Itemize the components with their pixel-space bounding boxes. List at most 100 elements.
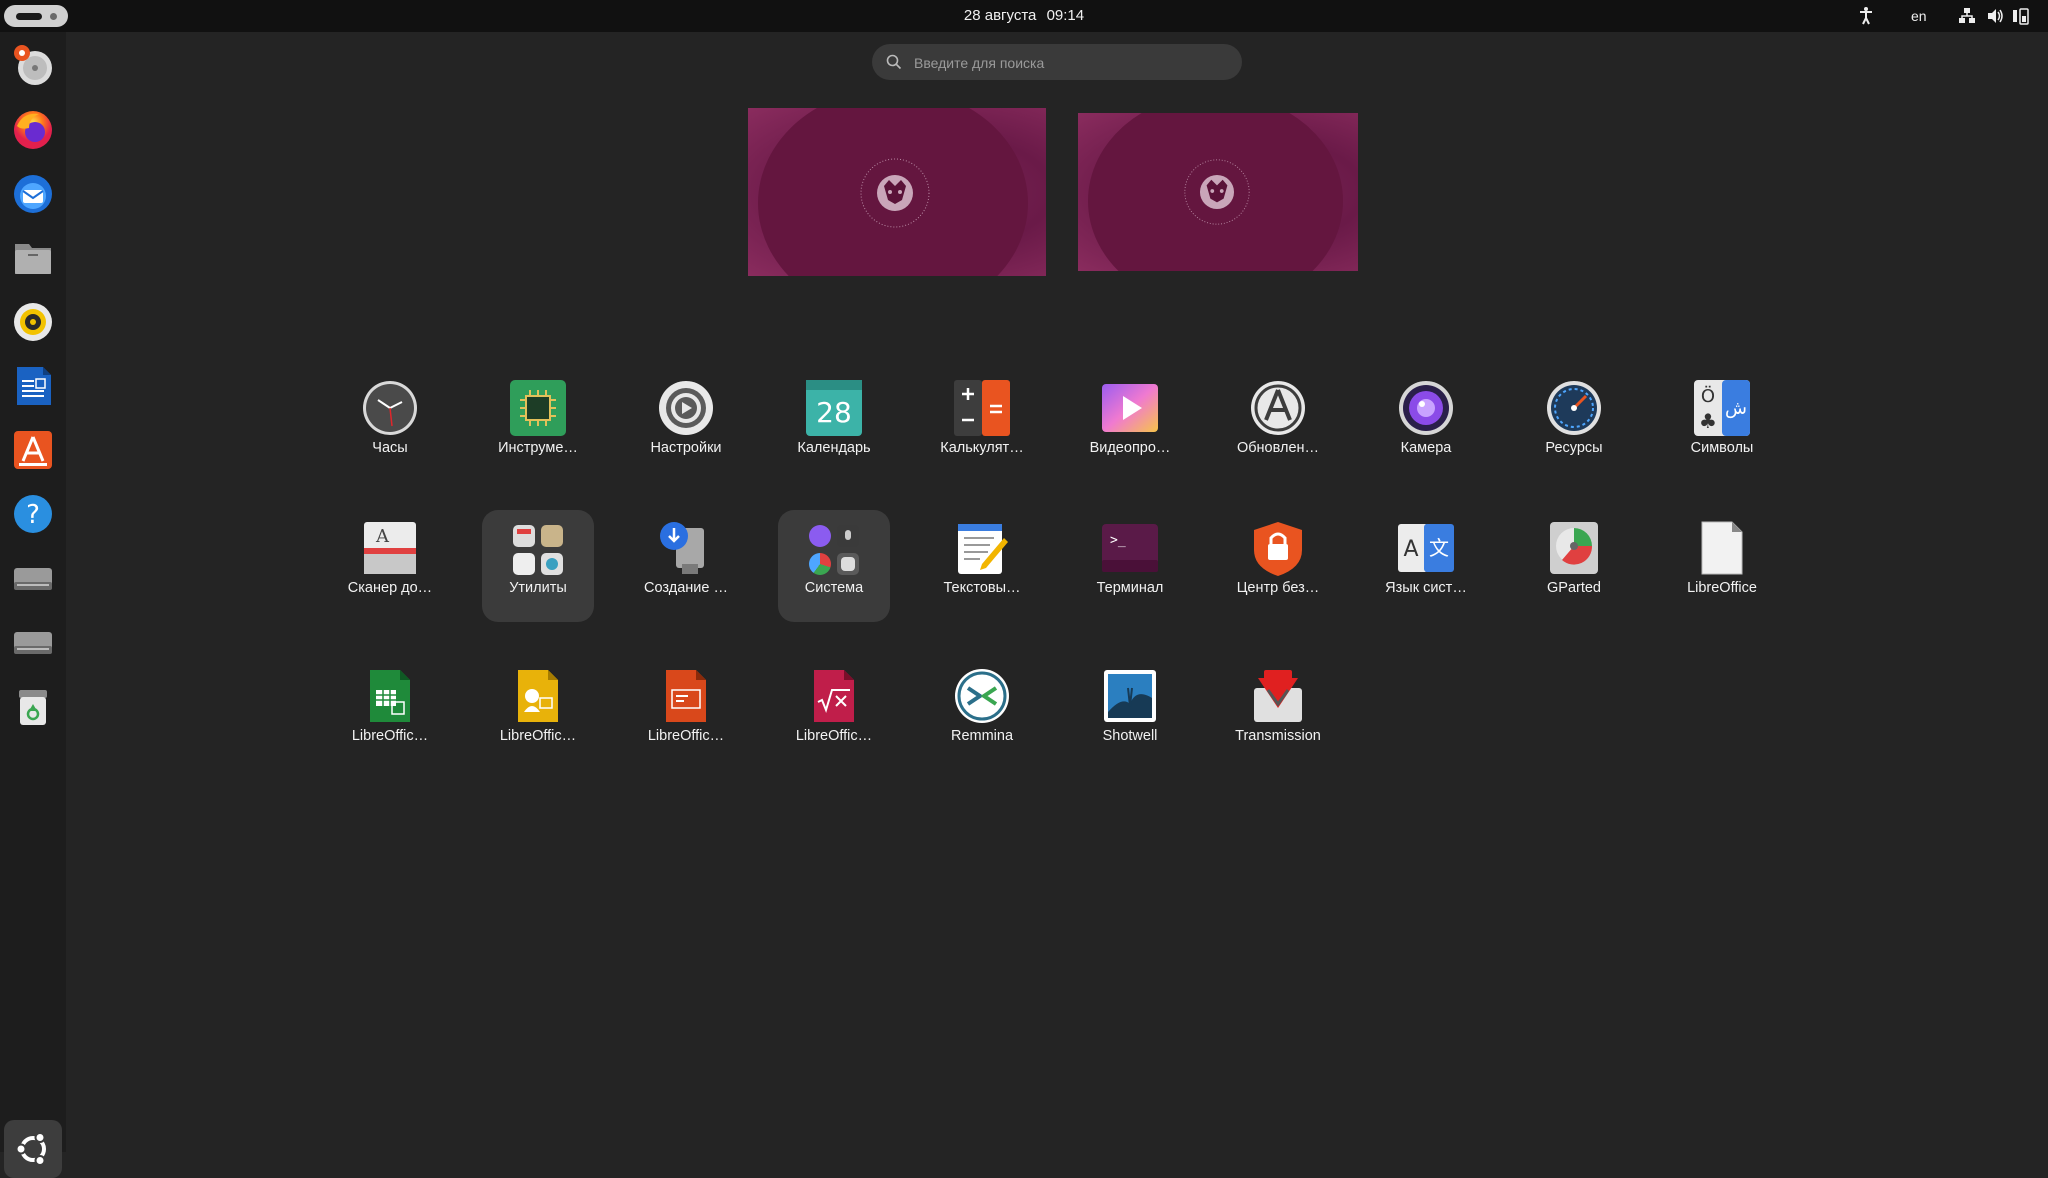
video-player-icon [1102, 384, 1158, 432]
dock-trash[interactable] [9, 682, 57, 730]
app-gparted[interactable]: GParted [1518, 510, 1630, 622]
app-software-updater[interactable]: Обновлен… [1222, 370, 1334, 482]
system-folder-icon [806, 522, 862, 578]
app-label: Видеопро… [1089, 440, 1171, 456]
network-icon[interactable] [1958, 0, 1976, 32]
app-libreoffice-impress[interactable]: LibreOffic… [630, 658, 742, 770]
app-label: Часы [372, 440, 408, 456]
app-label: Transmission [1235, 728, 1321, 744]
app-label: Текстовы… [943, 580, 1021, 596]
app-security-center[interactable]: Центр без… [1222, 510, 1334, 622]
dock-firefox[interactable] [9, 106, 57, 154]
characters-icon: Ö♣ ش [1694, 380, 1750, 436]
libreoffice-writer-icon [17, 367, 51, 405]
folder-utilities[interactable]: Утилиты [482, 510, 594, 622]
folder-system[interactable]: Система [778, 510, 890, 622]
wallpaper-logo [1184, 159, 1250, 225]
camera-icon [1399, 381, 1453, 435]
drive-icon [14, 632, 52, 654]
dock: ? [0, 32, 66, 1178]
text-editor-icon [958, 524, 1008, 574]
app-terminal[interactable]: >_ Терминал [1074, 510, 1186, 622]
search-icon [886, 54, 902, 70]
app-remmina[interactable]: Remmina [926, 658, 1038, 770]
app-camera[interactable]: Камера [1370, 370, 1482, 482]
app-libreoffice-draw[interactable]: LibreOffic… [482, 658, 594, 770]
dock-thunderbird[interactable] [9, 170, 57, 218]
settings-gear-icon [659, 381, 713, 435]
libreoffice-impress-icon [666, 670, 706, 722]
dock-help[interactable]: ? [9, 490, 57, 538]
dock-libreoffice-writer[interactable] [9, 362, 57, 410]
files-folder-icon [15, 244, 51, 274]
app-calendar[interactable]: 28 Календарь [778, 370, 890, 482]
calendar-icon: 28 [806, 380, 862, 436]
startup-disk-creator-icon [660, 522, 704, 574]
app-clock[interactable]: Часы [334, 370, 446, 482]
app-resources[interactable]: Ресурсы [1518, 370, 1630, 482]
wallpaper-logo [860, 158, 930, 228]
app-libreoffice-math[interactable]: LibreOffic… [778, 658, 890, 770]
svg-text:28: 28 [816, 396, 852, 429]
keyboard-layout-indicator[interactable]: en [1911, 0, 1927, 32]
workspace-thumbnail-1[interactable] [748, 108, 1046, 276]
volume-icon[interactable] [1986, 0, 2004, 32]
dock-files[interactable] [9, 234, 57, 282]
clock-icon [363, 381, 417, 435]
dock-app-center[interactable] [9, 426, 57, 474]
software-updater-icon [1251, 381, 1305, 435]
calculator-icon [954, 380, 1010, 436]
libreoffice-icon [1701, 521, 1743, 575]
svg-text:A: A [1403, 537, 1418, 562]
app-characters[interactable]: Ö ♣ ش Символы [1666, 370, 1778, 482]
app-label: LibreOffic… [647, 728, 725, 744]
accessibility-icon[interactable] [1858, 0, 1874, 32]
app-libreoffice-calc[interactable]: LibreOffic… [334, 658, 446, 770]
time-label: 09:14 [1046, 7, 1085, 24]
app-label: Система [804, 580, 864, 596]
security-lock-icon [1254, 522, 1302, 576]
thunderbird-icon [14, 175, 52, 213]
workspace-thumbnail-2[interactable] [1078, 113, 1358, 271]
app-label: Камера [1400, 440, 1452, 456]
app-system-tools[interactable]: Инструме… [482, 370, 594, 482]
app-label: LibreOffic… [351, 728, 429, 744]
app-label: Утилиты [509, 580, 567, 596]
app-label: Shotwell [1102, 728, 1158, 744]
app-language-support[interactable]: A文 Язык сист… [1370, 510, 1482, 622]
app-calculator[interactable]: Калькулят… [926, 370, 1038, 482]
show-applications-button[interactable] [4, 1120, 62, 1178]
app-startup-disk-creator[interactable]: Создание … [630, 510, 742, 622]
app-label: Символы [1690, 440, 1754, 456]
battery-icon[interactable] [2012, 0, 2030, 32]
language-support-icon: A文 [1398, 524, 1454, 572]
drive-icon [14, 568, 52, 590]
svg-text:>_: >_ [1110, 533, 1126, 548]
svg-text:Ö: Ö [1701, 385, 1715, 407]
svg-text:?: ? [26, 500, 40, 530]
app-document-scanner[interactable]: A Сканер до… [334, 510, 446, 622]
help-icon: ? [14, 495, 52, 533]
svg-text:♣: ♣ [1699, 409, 1717, 433]
date-time-button[interactable]: 28 августа 09:14 [0, 0, 2048, 32]
dock-disk-utility[interactable] [9, 42, 57, 90]
libreoffice-math-icon [814, 670, 854, 722]
app-label: Центр без… [1236, 580, 1320, 596]
dock-rhythmbox[interactable] [9, 298, 57, 346]
app-shotwell[interactable]: Shotwell [1074, 658, 1186, 770]
search-input[interactable] [912, 44, 1226, 82]
rhythmbox-icon [14, 303, 52, 341]
dock-drive-2[interactable] [9, 618, 57, 666]
app-label: Создание … [644, 580, 728, 596]
app-text-editor[interactable]: Текстовы… [926, 510, 1038, 622]
app-libreoffice[interactable]: LibreOffice [1666, 510, 1778, 622]
app-center-icon [14, 431, 52, 469]
search-bar[interactable] [872, 44, 1242, 82]
app-label: Remmina [950, 728, 1014, 744]
app-videos[interactable]: Видеопро… [1074, 370, 1186, 482]
libreoffice-calc-icon [370, 670, 410, 722]
resources-gauge-icon [1547, 381, 1601, 435]
dock-drive-1[interactable] [9, 554, 57, 602]
app-transmission[interactable]: Transmission [1222, 658, 1334, 770]
app-settings[interactable]: Настройки [630, 370, 742, 482]
